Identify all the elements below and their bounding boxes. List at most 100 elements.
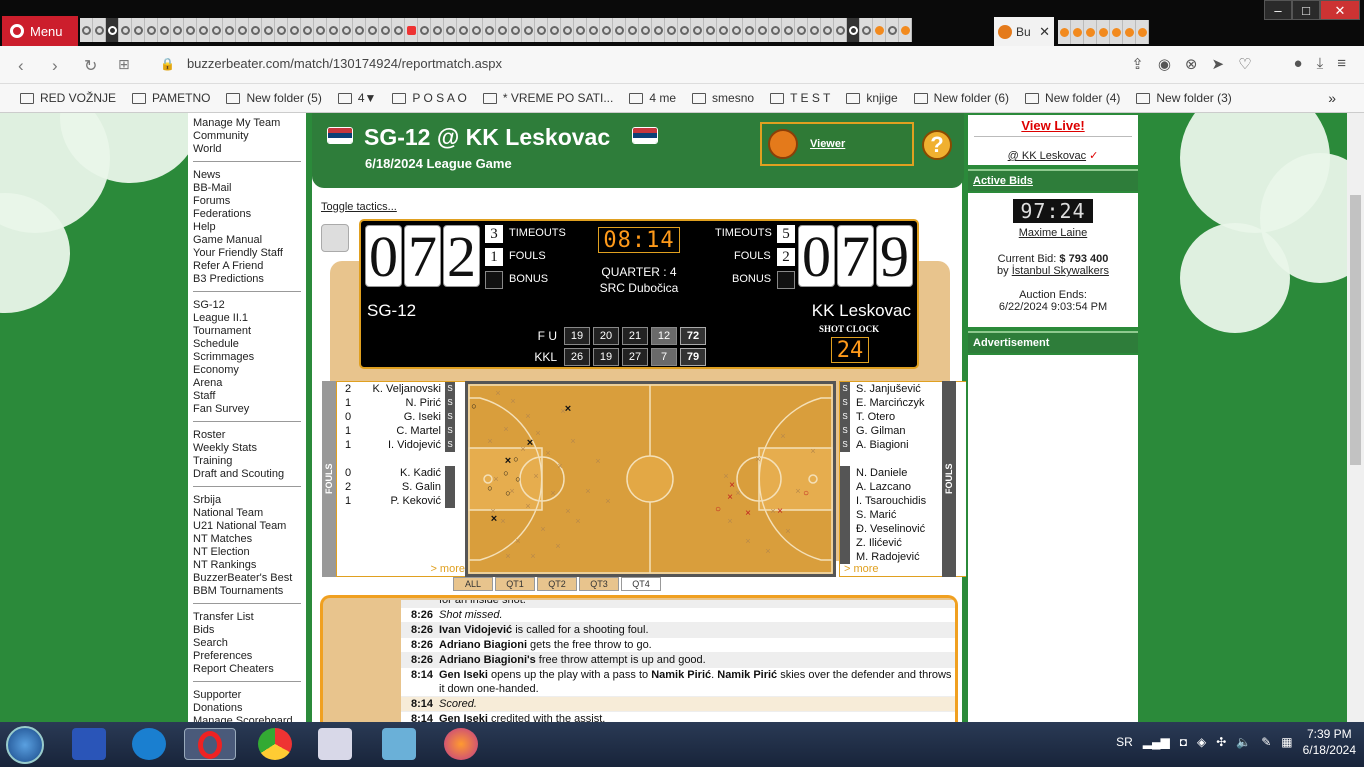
browser-tab[interactable] [730, 18, 743, 42]
browser-tab[interactable] [431, 18, 444, 42]
help-icon[interactable]: ? [922, 130, 952, 160]
windows-grid-icon[interactable]: ▦ [1281, 735, 1292, 749]
player-row[interactable]: 1 C. Martel S [337, 424, 455, 438]
more-players-link[interactable]: > more [844, 563, 879, 575]
heart-icon[interactable]: ♡ [1238, 55, 1251, 73]
quarter-tab[interactable]: QT4 [621, 577, 661, 591]
browser-tab[interactable] [288, 18, 301, 42]
settings-icon[interactable]: ≡ [1337, 55, 1346, 73]
browser-tab[interactable] [717, 18, 730, 42]
nav-link[interactable]: Community [193, 130, 301, 143]
nav-link[interactable]: BuzzerBeater's Best [193, 572, 301, 585]
nav-link[interactable]: News [193, 169, 301, 182]
nav-link[interactable]: Arena [193, 377, 301, 390]
browser-tab[interactable] [522, 18, 535, 42]
quarter-tab[interactable]: QT3 [579, 577, 619, 591]
browser-tab[interactable] [366, 18, 379, 42]
bookmark-folder[interactable]: knjige [846, 91, 898, 105]
maximize-button[interactable]: □ [1292, 0, 1320, 20]
nav-link[interactable]: Help [193, 221, 301, 234]
browser-tab[interactable] [444, 18, 457, 42]
browser-tab[interactable] [392, 18, 405, 42]
bookmark-folder[interactable]: New folder (3) [1136, 91, 1232, 105]
browser-tab[interactable] [457, 18, 470, 42]
browser-tab[interactable] [80, 18, 93, 42]
browser-tab[interactable] [639, 18, 652, 42]
volume-icon[interactable]: 🔈 [1236, 735, 1251, 749]
nav-link[interactable]: Donations [193, 702, 301, 715]
quarter-tab[interactable]: QT1 [495, 577, 535, 591]
browser-tab[interactable] [1097, 20, 1110, 44]
player-row[interactable]: 0 K. Kadić [337, 466, 455, 480]
opera-taskbar-icon[interactable] [184, 728, 236, 760]
browser-tab[interactable] [483, 18, 496, 42]
quarter-tab[interactable]: QT2 [537, 577, 577, 591]
bookmark-folder[interactable]: P O S A O [392, 91, 467, 105]
nav-link[interactable]: BBM Tournaments [193, 585, 301, 598]
browser-tab[interactable] [834, 18, 847, 42]
browser-tab[interactable] [158, 18, 171, 42]
browser-tab[interactable] [587, 18, 600, 42]
active-bids-header[interactable]: Active Bids [968, 169, 1138, 191]
url-field[interactable]: 🔒 buzzerbeater.com/match/130174924/report… [160, 56, 502, 71]
browser-tab[interactable] [1123, 20, 1136, 44]
browser-tab[interactable] [262, 18, 275, 42]
nav-link[interactable]: Roster [193, 429, 301, 442]
browser-tab[interactable] [93, 18, 106, 42]
browser-tab[interactable] [236, 18, 249, 42]
player-row[interactable]: A. Lazcano0 [840, 480, 958, 494]
browser-tab[interactable] [756, 18, 769, 42]
scroll-icon[interactable] [321, 224, 349, 252]
browser-tab[interactable] [535, 18, 548, 42]
browser-tab[interactable] [574, 18, 587, 42]
browser-tab[interactable] [249, 18, 262, 42]
nav-link[interactable]: NT Rankings [193, 559, 301, 572]
browser-tab[interactable] [665, 18, 678, 42]
browser-tab[interactable] [886, 18, 899, 42]
browser-tab[interactable] [119, 18, 132, 42]
browser-tab[interactable] [548, 18, 561, 42]
nav-link[interactable]: U21 National Team [193, 520, 301, 533]
nav-link[interactable]: BB-Mail [193, 182, 301, 195]
bookmark-folder[interactable]: * VREME PO SATI... [482, 91, 613, 105]
browser-tab[interactable] [808, 18, 821, 42]
notes-app-icon[interactable] [382, 728, 416, 760]
nav-link[interactable]: Supporter [193, 689, 301, 702]
send-icon[interactable]: ➤ [1212, 55, 1225, 73]
browser-tab[interactable] [873, 18, 886, 42]
browser-tab[interactable] [340, 18, 353, 42]
browser-tab[interactable] [769, 18, 782, 42]
media-player-icon[interactable] [318, 728, 352, 760]
browser-tab[interactable] [795, 18, 808, 42]
share-icon[interactable]: ⇪ [1131, 55, 1144, 73]
browser-tab[interactable] [1084, 20, 1097, 44]
browser-tab[interactable] [626, 18, 639, 42]
browser-tab[interactable] [132, 18, 145, 42]
player-row[interactable]: I. Tsarouchidis5 [840, 494, 958, 508]
player-row[interactable]: SS. Janjušević3 [840, 382, 958, 396]
tools-icon[interactable]: ✣ [1216, 735, 1226, 749]
nav-link[interactable]: Draft and Scouting [193, 468, 301, 481]
nav-link[interactable]: Forums [193, 195, 301, 208]
tray-app-icon[interactable]: ◘ [1180, 735, 1187, 749]
browser-tab[interactable] [327, 18, 340, 42]
player-row[interactable]: SA. Biagioni2 [840, 438, 958, 452]
browser-tab[interactable] [691, 18, 704, 42]
start-button[interactable] [6, 726, 44, 764]
view-live-link[interactable]: View Live! [968, 118, 1138, 133]
browser-tab[interactable] [106, 18, 119, 42]
camera-icon[interactable]: ◉ [1158, 55, 1171, 73]
browser-tab[interactable] [613, 18, 626, 42]
profile-icon[interactable]: ● [1294, 55, 1303, 73]
viewer-button[interactable]: Viewer [760, 122, 914, 166]
chrome-icon[interactable] [258, 728, 292, 760]
player-row[interactable]: 2 S. Galin [337, 480, 455, 494]
internet-explorer-icon[interactable] [132, 728, 166, 760]
nav-link[interactable]: Fan Survey [193, 403, 301, 416]
browser-tab[interactable] [561, 18, 574, 42]
nav-link[interactable]: Schedule [193, 338, 301, 351]
nav-link[interactable]: Training [193, 455, 301, 468]
language-indicator[interactable]: SR [1116, 735, 1133, 749]
player-row[interactable]: 1 P. Keković [337, 494, 455, 508]
bookmark-folder[interactable]: PAMETNO [132, 91, 210, 105]
